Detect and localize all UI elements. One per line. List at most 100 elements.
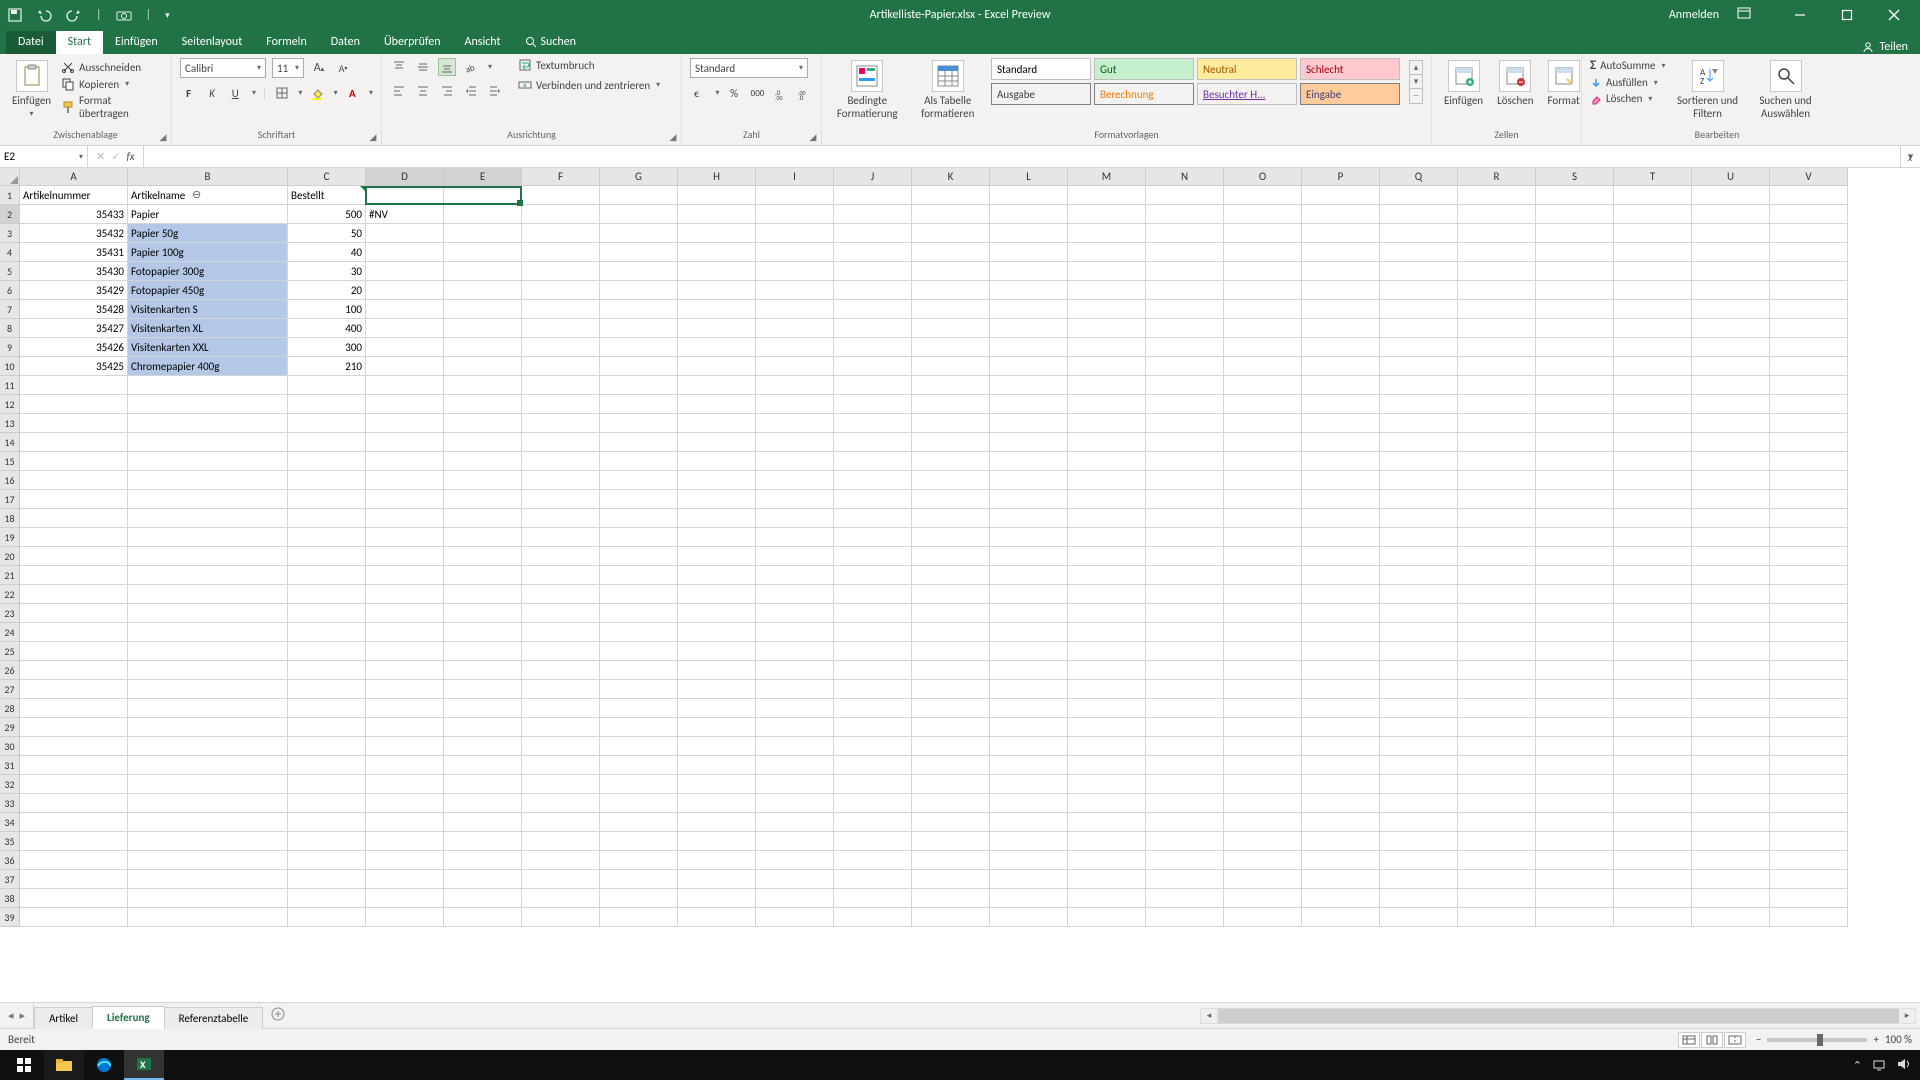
cell-B35[interactable] — [128, 832, 288, 851]
cell-N3[interactable] — [1146, 224, 1224, 243]
cell-K16[interactable] — [912, 471, 990, 490]
cell-K4[interactable] — [912, 243, 990, 262]
cell-G12[interactable] — [600, 395, 678, 414]
cell-Q25[interactable] — [1380, 642, 1458, 661]
cell-O15[interactable] — [1224, 452, 1302, 471]
cell-Q26[interactable] — [1380, 661, 1458, 680]
cell-P26[interactable] — [1302, 661, 1380, 680]
cell-M22[interactable] — [1068, 585, 1146, 604]
cell-A11[interactable] — [20, 376, 128, 395]
cell-U35[interactable] — [1692, 832, 1770, 851]
cell-V2[interactable] — [1770, 205, 1848, 224]
cell-G5[interactable] — [600, 262, 678, 281]
cell-C1[interactable]: Bestellt — [288, 186, 366, 205]
row-header-1[interactable]: 1 — [0, 186, 20, 205]
style-berechnung[interactable]: Berechnung — [1094, 83, 1194, 105]
cell-I28[interactable] — [756, 699, 834, 718]
cell-B17[interactable] — [128, 490, 288, 509]
cell-T5[interactable] — [1614, 262, 1692, 281]
cell-D28[interactable] — [366, 699, 444, 718]
cell-O14[interactable] — [1224, 433, 1302, 452]
cell-N34[interactable] — [1146, 813, 1224, 832]
cell-R22[interactable] — [1458, 585, 1536, 604]
cell-V28[interactable] — [1770, 699, 1848, 718]
row-header-25[interactable]: 25 — [0, 642, 20, 661]
cell-U17[interactable] — [1692, 490, 1770, 509]
cell-S6[interactable] — [1536, 281, 1614, 300]
format-as-table-button[interactable]: Als Tabelle formatieren — [911, 58, 986, 122]
cell-V14[interactable] — [1770, 433, 1848, 452]
cell-K22[interactable] — [912, 585, 990, 604]
cell-N6[interactable] — [1146, 281, 1224, 300]
cell-D6[interactable] — [366, 281, 444, 300]
cell-S8[interactable] — [1536, 319, 1614, 338]
cell-J14[interactable] — [834, 433, 912, 452]
cell-J38[interactable] — [834, 889, 912, 908]
cell-V33[interactable] — [1770, 794, 1848, 813]
cell-U21[interactable] — [1692, 566, 1770, 585]
cell-M10[interactable] — [1068, 357, 1146, 376]
underline-button[interactable]: U — [227, 84, 244, 102]
cell-A34[interactable] — [20, 813, 128, 832]
cell-G1[interactable] — [600, 186, 678, 205]
cell-T6[interactable] — [1614, 281, 1692, 300]
cell-P28[interactable] — [1302, 699, 1380, 718]
cell-K10[interactable] — [912, 357, 990, 376]
cell-M9[interactable] — [1068, 338, 1146, 357]
cell-P17[interactable] — [1302, 490, 1380, 509]
taskbar-edge-icon[interactable] — [84, 1050, 124, 1080]
cell-A22[interactable] — [20, 585, 128, 604]
cell-A1[interactable]: Artikelnummer — [20, 186, 128, 205]
cell-C10[interactable]: 210 — [288, 357, 366, 376]
cell-M15[interactable] — [1068, 452, 1146, 471]
cell-I25[interactable] — [756, 642, 834, 661]
cell-H13[interactable] — [678, 414, 756, 433]
cell-S1[interactable] — [1536, 186, 1614, 205]
cell-Q13[interactable] — [1380, 414, 1458, 433]
cell-T25[interactable] — [1614, 642, 1692, 661]
cell-Q21[interactable] — [1380, 566, 1458, 585]
cell-H30[interactable] — [678, 737, 756, 756]
cell-E23[interactable] — [444, 604, 522, 623]
cell-E11[interactable] — [444, 376, 522, 395]
cell-T32[interactable] — [1614, 775, 1692, 794]
taskbar-explorer-icon[interactable] — [44, 1050, 84, 1080]
cell-M13[interactable] — [1068, 414, 1146, 433]
cell-P13[interactable] — [1302, 414, 1380, 433]
cell-C32[interactable] — [288, 775, 366, 794]
row-header-27[interactable]: 27 — [0, 680, 20, 699]
signin-link[interactable]: Anmelden — [1669, 8, 1719, 22]
cell-J4[interactable] — [834, 243, 912, 262]
cell-K17[interactable] — [912, 490, 990, 509]
cell-A37[interactable] — [20, 870, 128, 889]
cell-H18[interactable] — [678, 509, 756, 528]
cell-R11[interactable] — [1458, 376, 1536, 395]
cell-I27[interactable] — [756, 680, 834, 699]
cell-T35[interactable] — [1614, 832, 1692, 851]
cell-D36[interactable] — [366, 851, 444, 870]
cell-G13[interactable] — [600, 414, 678, 433]
cell-E18[interactable] — [444, 509, 522, 528]
cell-H22[interactable] — [678, 585, 756, 604]
cell-O31[interactable] — [1224, 756, 1302, 775]
cell-C18[interactable] — [288, 509, 366, 528]
cell-G9[interactable] — [600, 338, 678, 357]
col-header-I[interactable]: I — [756, 168, 834, 186]
cell-K20[interactable] — [912, 547, 990, 566]
cell-D31[interactable] — [366, 756, 444, 775]
cell-R24[interactable] — [1458, 623, 1536, 642]
cell-U13[interactable] — [1692, 414, 1770, 433]
cell-Q37[interactable] — [1380, 870, 1458, 889]
row-header-10[interactable]: 10 — [0, 357, 20, 376]
cell-I11[interactable] — [756, 376, 834, 395]
cell-V34[interactable] — [1770, 813, 1848, 832]
cell-U34[interactable] — [1692, 813, 1770, 832]
cell-Q3[interactable] — [1380, 224, 1458, 243]
cell-F12[interactable] — [522, 395, 600, 414]
row-header-18[interactable]: 18 — [0, 509, 20, 528]
cell-Q38[interactable] — [1380, 889, 1458, 908]
cell-F8[interactable] — [522, 319, 600, 338]
cell-S10[interactable] — [1536, 357, 1614, 376]
cell-Q10[interactable] — [1380, 357, 1458, 376]
cell-U29[interactable] — [1692, 718, 1770, 737]
